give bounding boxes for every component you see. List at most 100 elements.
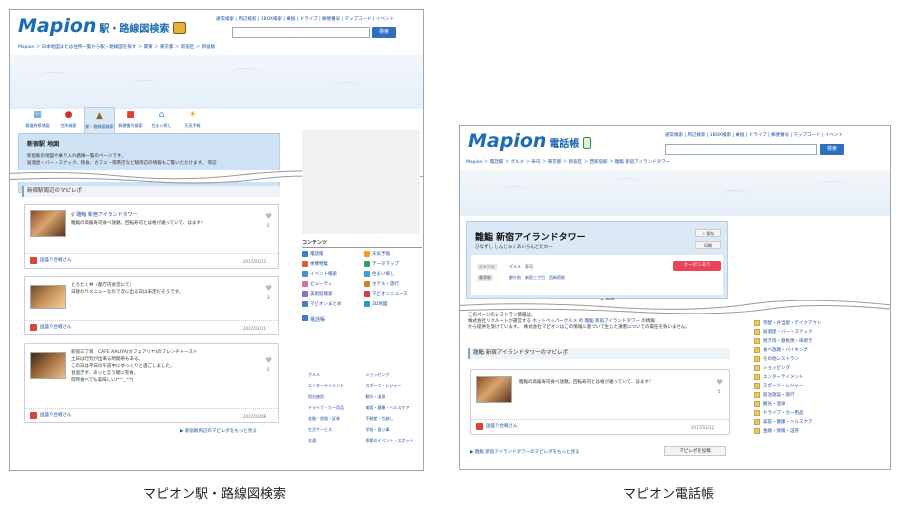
user-avatar-icon xyxy=(476,423,483,430)
wave-decoration xyxy=(720,190,750,200)
content-link[interactable]: 住まい探し xyxy=(364,271,422,277)
category-link[interactable]: 観光・温泉 xyxy=(754,400,888,409)
top-nav-links[interactable]: 通常検索 | 周辺検索 | 1BOX検索 | 乗換 | ドライブ | 郵便番号 … xyxy=(665,132,843,138)
phonebook-category-link[interactable]: 交通 xyxy=(308,438,363,444)
heart-icon[interactable]: ♥ xyxy=(265,284,272,293)
tab-postal[interactable]: ■ 郵便番号検索 xyxy=(115,107,146,136)
content-icon xyxy=(364,281,370,287)
content-link[interactable]: ホテル・旅行 xyxy=(364,281,422,287)
category-label: ショッピング xyxy=(763,366,790,371)
postbox-icon: ■ xyxy=(126,110,135,120)
report-text: この日は平日の午前中にゆっくりと過ごしました。 xyxy=(71,364,175,369)
tab-weather[interactable]: ☀ 天気予報 xyxy=(177,107,208,136)
report-card[interactable]: とろたく丼（都庁内食堂にて） 日替わりメニューなので次に出る日は未定だそうです。… xyxy=(24,276,279,335)
train-icon: ▲ xyxy=(96,111,103,121)
phonebook-category-link[interactable]: エンターテイメント xyxy=(308,383,363,389)
folder-icon xyxy=(754,355,760,362)
category-link[interactable]: ショッピング xyxy=(754,364,888,373)
content-link[interactable]: 季節特集 xyxy=(302,261,360,267)
content-link[interactable]: イベント検索 xyxy=(302,271,360,277)
phonebook-category-link[interactable]: 生活サービス xyxy=(308,427,363,433)
shop-info-panel: 雛鮨 新宿アイランドタワー ひなずし しんじゅくあいらんどたわー ☆ 保存 印刷… xyxy=(466,221,728,299)
shop-link[interactable]: 雛鮨 新宿アイランドタワー xyxy=(585,319,640,324)
tab-label: 都道府県地図 xyxy=(25,123,50,128)
phonebook-category-link[interactable]: ドライブ・カー用品 xyxy=(308,405,363,411)
tab-label: 駅・路線図検索 xyxy=(85,124,114,129)
content-icon xyxy=(364,261,370,267)
search-button[interactable]: 検索 xyxy=(372,27,396,38)
tab-address[interactable]: ● 住所検索 xyxy=(53,107,84,136)
more-reports-link[interactable]: ▶ 新宿駅周辺のマピレポをもっと見る xyxy=(180,428,257,434)
heart-icon[interactable]: ♥ xyxy=(716,378,723,387)
content-link[interactable]: マピオンニュース xyxy=(364,291,422,297)
content-link[interactable]: ビューティ xyxy=(302,281,360,287)
report-text: とろたく丼（都庁内食堂にて） xyxy=(71,283,134,288)
content-link[interactable]: 天気予報 xyxy=(364,251,422,257)
tab-map[interactable]: ▦ 都道府県地図 xyxy=(22,107,53,136)
category-link[interactable]: 食べ放題・バイキング xyxy=(754,346,888,355)
save-button[interactable]: ☆ 保存 xyxy=(695,229,721,237)
category-link[interactable]: スポーツ・レジャー xyxy=(754,382,888,391)
hotpepper-link[interactable]: ホットペッパーグルメ xyxy=(532,319,577,324)
mapion-logo[interactable]: Mapion 電話帳 xyxy=(468,130,592,152)
phonebook-category-link[interactable]: ショッピング xyxy=(366,372,421,378)
category-link[interactable]: エンターテイメント xyxy=(754,373,888,382)
category-link[interactable]: 居酒屋・バー・スナック xyxy=(754,328,888,337)
category-link[interactable]: 美容・健康・ヘルスケア xyxy=(754,418,888,427)
category-link[interactable]: 宅配・弁当屋・テイクアウト xyxy=(754,319,888,328)
phonebook-category-link[interactable]: 学校・習い事 xyxy=(366,427,421,433)
category-link[interactable]: 宿泊施設・旅行 xyxy=(754,391,888,400)
heart-icon[interactable]: ♥ xyxy=(265,356,272,365)
breadcrumb[interactable]: Mapion ＞ 日本地図または住所一覧から駅・路線図を探す ＞ 関東 ＞ 東京… xyxy=(18,44,215,50)
heart-icon[interactable]: ♥ xyxy=(265,212,272,221)
mapion-logo[interactable]: Mapion 駅・路線図検索 xyxy=(18,15,187,37)
content-icon xyxy=(364,301,370,307)
tab-housing[interactable]: ⌂ 住まい探し xyxy=(146,107,177,136)
phonebook-category-link[interactable]: 金融・保険・証券 xyxy=(308,416,363,422)
left-caption: マピオン駅・路線図検索 xyxy=(143,487,287,502)
content-link[interactable]: データマップ xyxy=(364,261,422,267)
content-icon xyxy=(302,301,308,307)
content-link[interactable]: 電話帳 xyxy=(302,251,360,257)
ad-space xyxy=(302,130,420,234)
post-report-button[interactable]: マピレポを投稿 xyxy=(664,446,726,456)
content-link[interactable]: マピオンまとめ xyxy=(302,301,360,307)
category-link[interactable]: その他レストラン xyxy=(754,355,888,364)
page-title: 新宿駅 地図 xyxy=(27,141,60,148)
author-link[interactable]: 国盛り合戦さん xyxy=(40,257,72,263)
phonebook-category-link[interactable]: スポーツ・レジャー xyxy=(366,383,421,389)
genre-values[interactable]: グルメ 寿司 xyxy=(509,264,533,270)
content-link[interactable]: 3D地図 xyxy=(364,301,422,307)
tab-station[interactable]: ▲ 駅・路線図検索 xyxy=(84,107,115,136)
phonebook-category-link[interactable]: グルメ xyxy=(308,372,363,378)
category-link[interactable]: 金融・保険・証券 xyxy=(754,427,888,436)
search-input[interactable] xyxy=(665,144,817,155)
breadcrumb[interactable]: Mapion ＞ 電話帳 ＞ グルメ ＞ 寿司 ＞ 東京都 ＞ 新宿区 ＞ 西新… xyxy=(466,159,670,165)
top-nav-links[interactable]: 通常検索 | 周辺検索 | 1BOX検索 | 乗換 | ドライブ | 郵便番号 … xyxy=(216,16,394,22)
author-link[interactable]: 国盛り合戦さん xyxy=(40,412,72,418)
report-card[interactable]: 新宿三丁目 CAFE AALIYA(カフェアリヤ)のフレンチトースト 土日は行列… xyxy=(24,343,279,423)
tab-label: 郵便番号検索 xyxy=(118,123,143,128)
search-input[interactable] xyxy=(232,27,370,38)
station-values[interactable]: 都庁前 新宿三丁目 西新宿駅 xyxy=(509,275,565,281)
station-badge-icon xyxy=(173,21,187,34)
coupon-button[interactable]: クーポンあり xyxy=(673,261,721,271)
station-search-screenshot: Mapion 駅・路線図検索 通常検索 | 周辺検索 | 1BOX検索 | 乗換 … xyxy=(9,9,424,471)
print-button[interactable]: 印刷 xyxy=(695,241,721,249)
author-link[interactable]: 国盛り合戦さん xyxy=(40,324,72,330)
phonebook-header[interactable]: 電話帳 xyxy=(302,315,422,324)
phonebook-category-link[interactable]: 季節のイベント・スポット xyxy=(366,438,421,444)
report-card[interactable]: ♀ 雛鮨 新宿アイランドタワー 雛鮨の高級寿司食べ放題。回転寿司とは格が違ってい… xyxy=(24,204,279,269)
phonebook-category-link[interactable]: 美容・健康・ヘルスケア xyxy=(366,405,421,411)
category-link[interactable]: ドライブ・カー用品 xyxy=(754,409,888,418)
more-reports-link[interactable]: ▶ 雛鮨 新宿アイランドタワーのマピレポをもっと見る xyxy=(470,449,580,455)
report-place-link[interactable]: ♀ 雛鮨 新宿アイランドタワー xyxy=(71,211,138,218)
phonebook-category-link[interactable]: 不動産・引越し xyxy=(366,416,421,422)
report-card[interactable]: 雛鮨の高級寿司食べ放題。回転寿司とは格が違っていて、はます！ ♥ 5 国盛り合戦… xyxy=(470,369,730,435)
category-link[interactable]: 焼き肉・鉄板焼・串焼き xyxy=(754,337,888,346)
content-link[interactable]: 美術館検索 xyxy=(302,291,360,297)
phonebook-category-link[interactable]: 観光・温泉 xyxy=(366,394,421,400)
author-link[interactable]: 国盛り合戦さん xyxy=(486,423,518,429)
search-button[interactable]: 検索 xyxy=(820,144,844,155)
phonebook-category-link[interactable]: 宿泊施設 xyxy=(308,394,363,400)
